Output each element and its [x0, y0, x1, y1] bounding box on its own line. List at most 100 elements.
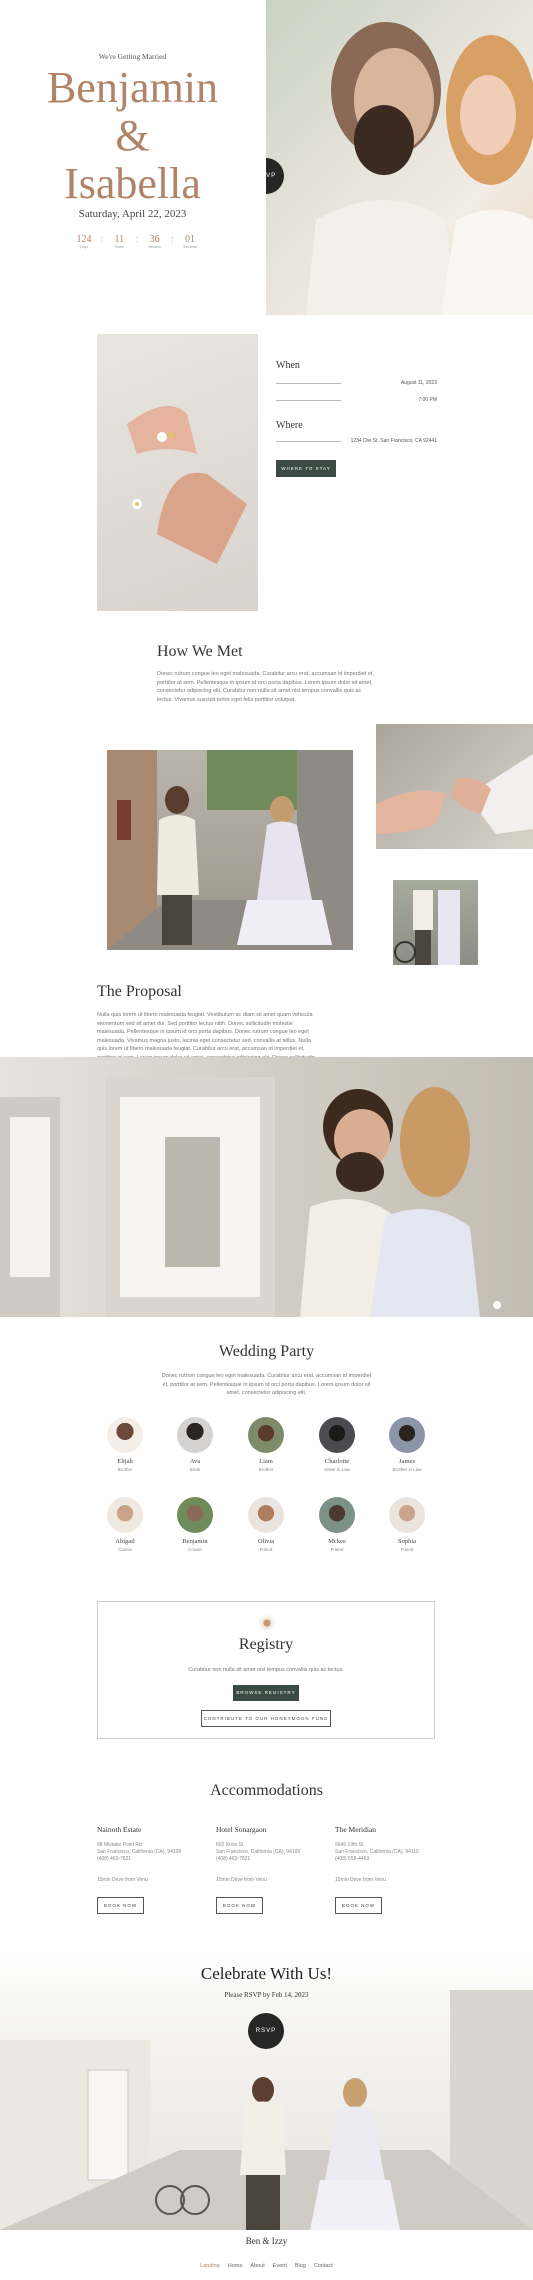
- party-member-role: Cousin: [187, 1547, 202, 1552]
- hero-name-2: Isabella: [64, 159, 201, 208]
- party-member-role: Sister in Law: [324, 1467, 350, 1472]
- accommodations-title: Accommodations: [210, 1782, 323, 1799]
- browse-registry-button[interactable]: BROWSE REGISTRY: [233, 1685, 299, 1701]
- nav-home[interactable]: Home: [228, 2263, 243, 2269]
- celebrate-subtitle: Please RSVP by Feb 14, 2023: [224, 1991, 309, 1999]
- party-member-role: Friend: [400, 1547, 414, 1552]
- party-member-name: Mckee: [328, 1538, 346, 1545]
- hotel-name: The Meridian: [335, 1825, 377, 1834]
- book-now-button[interactable]: BOOK NOW: [216, 1897, 263, 1914]
- hands-illustration: [127, 406, 247, 564]
- party-member-name: James: [399, 1458, 415, 1465]
- address-value: 1234 Divi St. San Francisco, CA 92441: [350, 438, 437, 444]
- celebrate-title: Celebrate With Us!: [200, 1964, 333, 1983]
- countdown-separator: :: [171, 234, 174, 244]
- date-divider: [276, 383, 341, 384]
- proposal-title: The Proposal: [97, 983, 182, 1000]
- countdown-separator: :: [135, 234, 139, 244]
- hotel-card: The Meridian 5645 19th St. San Francisco…: [335, 1825, 445, 1920]
- hero-couple-photo: RSVP: [266, 0, 533, 315]
- countdown: 124 Days : 11 Hours : 36 Minutes : 01 Se…: [72, 234, 202, 256]
- hotel-phone: (408) 463-7821: [216, 1856, 251, 1862]
- party-member-name: Sophia: [397, 1538, 417, 1545]
- avatar[interactable]: [389, 1417, 425, 1453]
- celebrate-section: Celebrate With Us! Please RSVP by Feb 14…: [0, 1950, 533, 2230]
- party-member-name: Benjamin: [182, 1538, 208, 1545]
- hotel-card: Nainoth Estate 98 Mistake Point Rd San F…: [97, 1825, 207, 1920]
- avatar[interactable]: [248, 1417, 284, 1453]
- party-member-role: Bride: [189, 1467, 201, 1472]
- hotel-name: Hotel Sonargaon: [216, 1825, 267, 1834]
- time-divider: [276, 400, 341, 401]
- story-photo-hands: [376, 724, 533, 849]
- nav-landing[interactable]: Landing: [200, 2263, 220, 2269]
- party-member-name: Olivia: [257, 1538, 275, 1545]
- hotel-phone: (408) 463-7821: [97, 1856, 132, 1862]
- story-photo-dance: [107, 750, 353, 950]
- where-label: Where: [276, 420, 303, 431]
- walk-illustration: [394, 890, 460, 965]
- hotel-name: Nainoth Estate: [97, 1825, 142, 1834]
- hands-cups-illustration: [376, 754, 533, 834]
- avatar[interactable]: [107, 1417, 143, 1453]
- party-member-role: Brother: [117, 1467, 133, 1472]
- book-now-button[interactable]: BOOK NOW: [97, 1897, 144, 1914]
- party-grid: Elijah Brother Ava Bride Liam Brother Ch…: [0, 1410, 533, 1570]
- hero-date: Saturday, April 22, 2023: [78, 208, 187, 220]
- party-member-role: Cousin: [117, 1547, 132, 1552]
- nav-about[interactable]: About: [250, 2263, 264, 2269]
- avatar[interactable]: [177, 1417, 213, 1453]
- flowers-hands-photo: [97, 334, 258, 611]
- party-member-name: Charlotte: [324, 1458, 350, 1465]
- party-member-role: Brother: [258, 1467, 274, 1472]
- avatar[interactable]: [319, 1417, 355, 1453]
- hero-kicker: We're Getting Married: [98, 52, 167, 61]
- book-now-button[interactable]: BOOK NOW: [335, 1897, 382, 1914]
- party-member-name: Liam: [259, 1458, 273, 1465]
- avatar[interactable]: [177, 1497, 213, 1533]
- party-member-name: Abigail: [115, 1538, 135, 1545]
- party-member-role: Friend: [259, 1547, 273, 1552]
- hotel-distance: 15min Drive from Venu: [335, 1877, 386, 1883]
- honeymoon-fund-button[interactable]: CONTRIBUTE TO OUR HONEYMOON FUND: [201, 1710, 331, 1727]
- footer-nav: Landing Home About Event Blog Contact: [0, 2263, 533, 2269]
- party-member-role: Brother in Law: [392, 1467, 422, 1472]
- story-photo-walk: [393, 880, 478, 965]
- hotel-distance: 15min Drive from Venu: [97, 1877, 148, 1883]
- hotel-distance: 15min Drive from Venu: [216, 1877, 267, 1883]
- avatar[interactable]: [319, 1497, 355, 1533]
- party-title: Wedding Party: [218, 1343, 315, 1360]
- avatar[interactable]: [107, 1497, 143, 1533]
- avatar[interactable]: [389, 1497, 425, 1533]
- registry-icon: [258, 1614, 276, 1632]
- countdown-separator: :: [100, 234, 103, 244]
- story-title: How We Met: [157, 643, 243, 660]
- hero-ampersand: &: [115, 111, 150, 160]
- registry-title: Registry: [238, 1636, 294, 1653]
- time-value: 7:00 PM: [418, 397, 437, 403]
- proposal-photo: [0, 1057, 533, 1317]
- hero-section: We're Getting Married Benjamin & Isabell…: [0, 0, 533, 315]
- details-section: When August 11, 2023 7:00 PM Where 1234 …: [0, 315, 533, 615]
- countdown-hours: 11 Hours: [114, 234, 125, 249]
- when-label: When: [276, 360, 300, 371]
- celebrate-rsvp-button[interactable]: RSVP: [248, 2013, 284, 2049]
- proposal-illustration: [0, 1077, 501, 1317]
- couple-illustration: [306, 22, 533, 315]
- date-value: August 11, 2023: [400, 380, 437, 386]
- where-to-stay-button[interactable]: WHERE TO STAY: [276, 460, 336, 477]
- story-body: Donec rutrum congue leo eget malesuada. …: [157, 671, 375, 703]
- nav-contact[interactable]: Contact: [314, 2263, 333, 2269]
- nav-blog[interactable]: Blog: [295, 2263, 306, 2269]
- countdown-days: 124 Days: [76, 234, 92, 249]
- avatar[interactable]: [248, 1497, 284, 1533]
- party-member-name: Ava: [189, 1458, 201, 1465]
- countdown-minutes: 36 Minutes: [148, 234, 161, 249]
- nav-event[interactable]: Event: [273, 2263, 287, 2269]
- footer-brand[interactable]: Ben & Izzy: [0, 2236, 533, 2246]
- hero-name-1: Benjamin: [46, 63, 219, 112]
- party-member-role: Friend: [330, 1547, 344, 1552]
- party-intro: Donec rutrum congue leo eget malesuada. …: [161, 1373, 372, 1396]
- countdown-seconds: 01 Seconds: [183, 234, 197, 249]
- hotel-phone: (408) 558-4463: [335, 1856, 370, 1862]
